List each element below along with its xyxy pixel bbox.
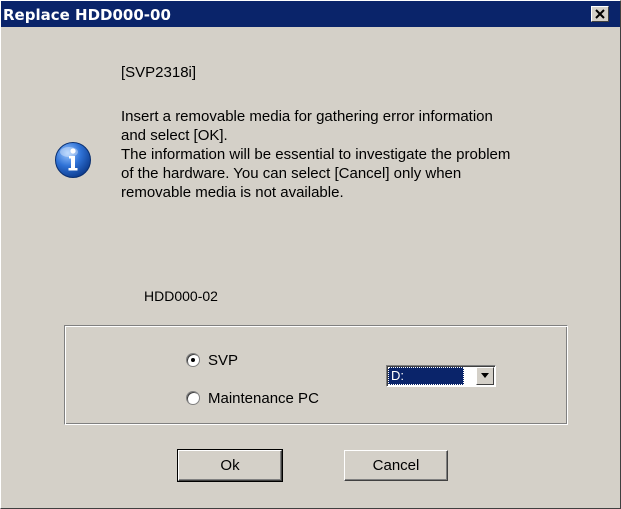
radio-maintenance-pc[interactable]: Maintenance PC [186,389,319,407]
ok-button[interactable]: Ok [177,449,283,482]
cancel-button[interactable]: Cancel [344,450,448,481]
message-line: of the hardware. You can select [Cancel]… [121,165,462,182]
message-code: [SVP2318i] [121,64,197,81]
message-line: removable media is not available. [121,184,344,201]
chevron-down-icon [481,373,489,378]
radio-svp[interactable]: SVP [186,351,238,369]
title-bar[interactable]: Replace HDD000-00 [1,1,620,27]
drive-select[interactable]: D: [386,365,496,387]
radio-maintenance-pc-indicator[interactable] [186,391,200,405]
dialog-window: Replace HDD000-00 [SVP2318i] Insert a re… [0,0,621,509]
close-button[interactable] [591,6,609,22]
drive-dropdown-button[interactable] [476,367,494,385]
radio-svp-indicator[interactable] [186,353,200,367]
radio-svp-label: SVP [208,351,239,369]
message-text: Insert a removable media for gathering e… [121,107,581,202]
message-line: Insert a removable media for gathering e… [121,108,493,125]
hdd-label: HDD000-02 [144,288,218,304]
message-line: The information will be essential to inv… [121,146,511,163]
message-line: and select [OK]. [121,127,228,144]
radio-maintenance-pc-label: Maintenance PC [208,389,319,407]
close-icon [595,9,605,19]
window-title: Replace HDD000-00 [3,6,171,24]
info-icon [55,142,91,178]
drive-select-value: D: [388,367,464,385]
